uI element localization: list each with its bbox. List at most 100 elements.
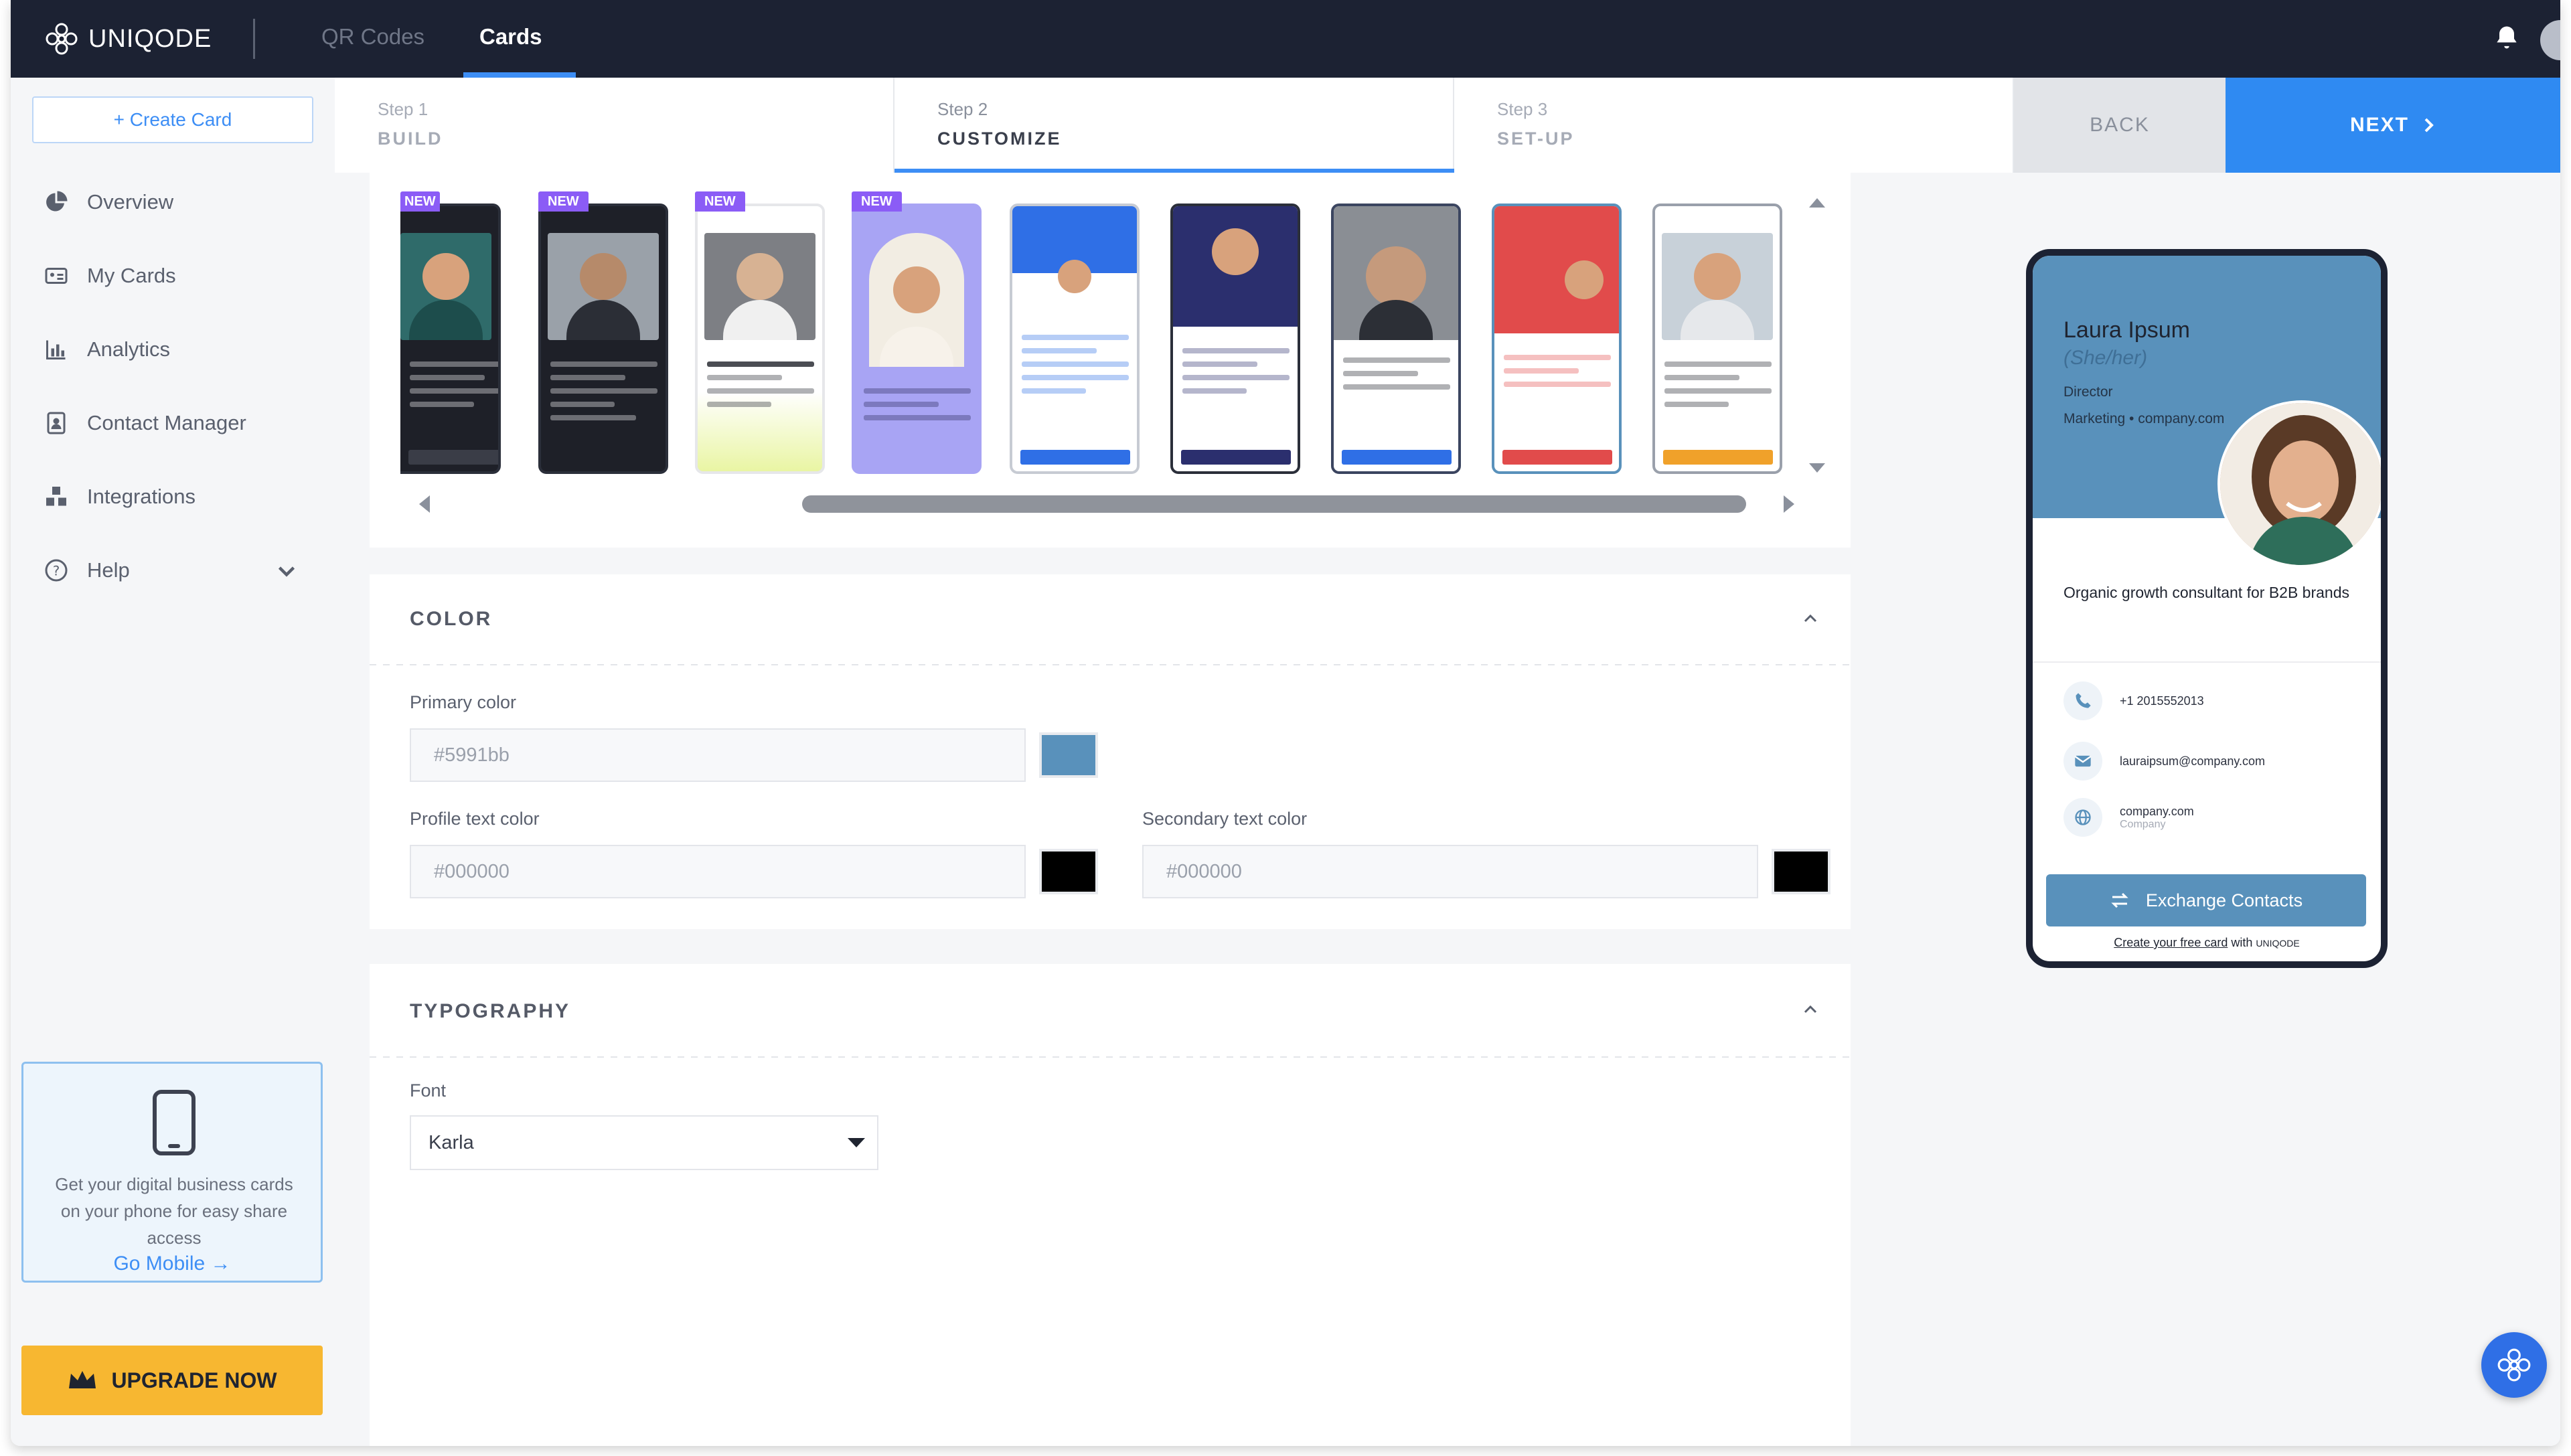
step-number: Step 3 xyxy=(1497,99,1548,119)
mobile-phone-icon xyxy=(153,1090,196,1155)
sidebar-item-label: Contact Manager xyxy=(87,411,246,434)
font-select[interactable]: Karla xyxy=(410,1115,878,1170)
sidebar-item-integrations[interactable]: Integrations xyxy=(44,485,196,509)
app-window: UNIQODE QR Codes Cards + Create Card Ove… xyxy=(11,0,2560,1446)
uniqode-logo-icon xyxy=(46,23,78,55)
preview-website-sub: Company xyxy=(2120,818,2166,830)
preview-profile-photo xyxy=(2217,400,2381,568)
notification-bell-icon[interactable] xyxy=(2492,23,2521,52)
brand-logo[interactable]: UNIQODE xyxy=(44,21,212,56)
back-button[interactable]: BACK xyxy=(2014,78,2226,173)
sidebar-item-overview[interactable]: Overview xyxy=(44,190,173,214)
preview-divider xyxy=(2033,661,2381,663)
secondary-text-color-swatch[interactable] xyxy=(1772,849,1830,894)
active-tab-indicator xyxy=(463,72,576,78)
preview-email-row[interactable]: lauraipsum@company.com xyxy=(2063,742,2265,781)
sidebar-item-label: Help xyxy=(87,558,130,582)
primary-color-label: Primary color xyxy=(410,692,517,712)
sidebar-item-analytics[interactable]: Analytics xyxy=(44,337,170,361)
question-circle-icon: ? xyxy=(45,559,68,582)
sidebar-item-label: My Cards xyxy=(87,264,176,287)
step-build[interactable]: Step 1 BUILD xyxy=(335,78,894,173)
exchange-contacts-label: Exchange Contacts xyxy=(2145,890,2303,910)
template-carousel: NEW NEW NEW NEW xyxy=(370,173,1851,548)
footer-with: with xyxy=(2231,936,2253,949)
bar-chart-icon xyxy=(46,340,66,359)
scroll-right-arrow-icon[interactable] xyxy=(1780,493,1798,515)
preview-footer: Create your free card with UNIQODE xyxy=(2033,936,2381,950)
nav-tab-cards[interactable]: Cards xyxy=(479,24,542,50)
contact-book-icon xyxy=(47,412,66,434)
sidebar-item-help[interactable]: ? Help xyxy=(44,558,130,582)
preview-email-value: lauraipsum@company.com xyxy=(2120,754,2266,768)
top-navigation-bar: UNIQODE QR Codes Cards xyxy=(11,0,2560,78)
font-label: Font xyxy=(410,1080,447,1101)
dropdown-arrow-icon xyxy=(848,1138,865,1147)
create-free-card-link[interactable]: Create your free card xyxy=(2114,936,2228,949)
exchange-contacts-button[interactable]: Exchange Contacts xyxy=(2046,874,2366,926)
support-chat-button[interactable] xyxy=(2481,1332,2547,1398)
chevron-up-icon[interactable] xyxy=(1801,612,1820,625)
profile-text-color-input[interactable]: #000000 xyxy=(410,845,1026,898)
new-badge: NEW xyxy=(852,191,902,212)
new-badge: NEW xyxy=(538,191,589,212)
swap-arrows-icon xyxy=(2111,892,2128,908)
font-select-value: Karla xyxy=(428,1131,474,1153)
preview-job-title: Director xyxy=(2063,384,2113,400)
profile-photo-illustration xyxy=(2220,403,2381,565)
primary-color-swatch[interactable] xyxy=(1039,732,1098,778)
svg-text:?: ? xyxy=(53,564,60,579)
upgrade-label: UPGRADE NOW xyxy=(111,1368,277,1392)
step-set-up[interactable]: Step 3 SET-UP xyxy=(1454,78,2014,173)
template-card[interactable] xyxy=(852,204,982,474)
promo-text: Get your digital business cards on your … xyxy=(55,1174,293,1248)
cubes-icon xyxy=(46,487,66,506)
scroll-down-arrow-icon[interactable] xyxy=(1805,461,1829,477)
go-mobile-promo: Get your digital business cards on your … xyxy=(21,1062,323,1283)
template-card[interactable] xyxy=(1652,204,1782,474)
next-button[interactable]: NEXT xyxy=(2226,78,2560,173)
phone-icon xyxy=(2076,693,2091,708)
create-card-button[interactable]: + Create Card xyxy=(32,96,313,143)
preview-department: Marketing • company.com xyxy=(2063,411,2225,426)
preview-website-value: company.com xyxy=(2120,804,2194,818)
scroll-up-arrow-icon[interactable] xyxy=(1805,194,1829,210)
preview-name: Laura Ipsum xyxy=(2063,317,2190,343)
chevron-up-icon[interactable] xyxy=(1801,1003,1820,1016)
template-card[interactable] xyxy=(1010,204,1140,474)
user-avatar[interactable] xyxy=(2540,20,2560,60)
step-number: Step 2 xyxy=(937,99,988,119)
color-panel: COLOR Primary color #5991bb Profile text… xyxy=(370,574,1851,929)
template-card[interactable] xyxy=(695,204,825,474)
template-card[interactable] xyxy=(1331,204,1461,474)
template-card[interactable] xyxy=(400,204,501,474)
step-customize[interactable]: Step 2 CUSTOMIZE xyxy=(894,78,1454,173)
id-card-icon xyxy=(45,268,68,284)
section-divider xyxy=(370,1056,1851,1058)
template-card[interactable] xyxy=(538,204,668,474)
template-card-selected[interactable] xyxy=(1492,204,1622,474)
preview-phone-value: +1 2015552013 xyxy=(2120,694,2204,708)
scroll-left-arrow-icon[interactable] xyxy=(415,493,434,515)
template-card[interactable] xyxy=(1170,204,1300,474)
preview-phone-row[interactable]: +1 2015552013 xyxy=(2063,681,2204,720)
preview-website-row[interactable]: company.com Company xyxy=(2063,798,2194,837)
typography-section-title: TYPOGRAPHY xyxy=(410,1000,571,1022)
go-mobile-link[interactable]: Go Mobile → xyxy=(23,1252,321,1275)
primary-color-input[interactable]: #5991bb xyxy=(410,728,1026,782)
nav-tab-qr-codes[interactable]: QR Codes xyxy=(321,24,424,50)
typography-panel: TYPOGRAPHY Font Karla xyxy=(370,964,1851,1446)
horizontal-scrollbar[interactable] xyxy=(802,495,1746,513)
secondary-text-color-label: Secondary text color xyxy=(1142,809,1308,829)
color-section-title: COLOR xyxy=(410,608,493,630)
sidebar-item-my-cards[interactable]: My Cards xyxy=(44,264,176,288)
sidebar-item-contact-manager[interactable]: Contact Manager xyxy=(44,411,246,435)
upgrade-now-button[interactable]: UPGRADE NOW xyxy=(21,1346,323,1415)
footer-brand: UNIQODE xyxy=(2256,938,2300,949)
card-preview-phone: Laura Ipsum (She/her) Director Marketing… xyxy=(2026,249,2388,968)
secondary-text-color-input[interactable]: #000000 xyxy=(1142,845,1758,898)
chevron-right-icon xyxy=(2424,118,2434,133)
chevron-down-icon[interactable] xyxy=(275,560,299,584)
step-name: SET-UP xyxy=(1497,129,1575,149)
profile-text-color-swatch[interactable] xyxy=(1039,849,1098,894)
